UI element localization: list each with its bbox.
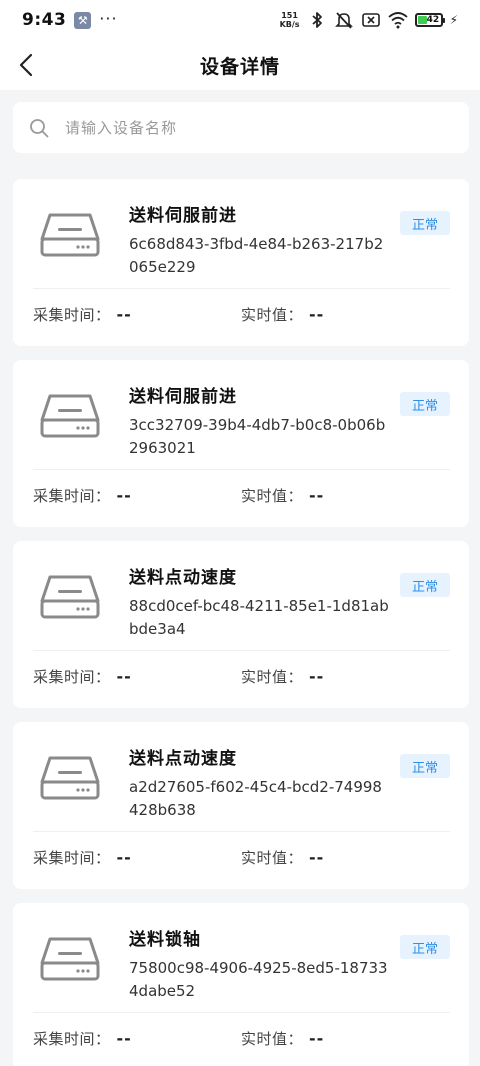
realtime-value-label: 实时值：	[241, 487, 304, 505]
more-notifications-icon: ···	[99, 8, 118, 28]
realtime-value-field: 实时值： --	[241, 666, 324, 687]
status-badge: 正常	[400, 935, 450, 959]
card-divider	[33, 831, 450, 832]
realtime-value: --	[309, 1029, 325, 1048]
status-badge: 正常	[400, 392, 450, 416]
network-speed: 151 KB/s	[280, 11, 300, 29]
clock: 9:43	[22, 10, 67, 30]
mute-icon	[334, 12, 353, 29]
status-badge: 正常	[400, 754, 450, 778]
wifi-icon	[387, 12, 408, 29]
hard-drive-icon	[40, 575, 100, 619]
device-name: 送料伺服前进	[129, 387, 237, 407]
status-bar: 9:43 ⚒ ··· 151 KB/s 42 ⚡	[0, 0, 480, 40]
realtime-value: --	[309, 667, 325, 686]
collect-time-label: 采集时间：	[33, 849, 111, 867]
battery-level: 42	[426, 15, 440, 25]
realtime-value-label: 实时值：	[241, 849, 304, 867]
hard-drive-icon	[40, 756, 100, 800]
collect-time-value: --	[116, 1029, 132, 1048]
realtime-value-label: 实时值：	[241, 306, 304, 324]
device-id: a2d27605-f602-45c4-bcd2-74998428b638	[129, 778, 382, 819]
device-name: 送料点动速度	[129, 568, 237, 588]
network-speed-unit: KB/s	[279, 20, 300, 29]
collect-time-label: 采集时间：	[33, 1030, 111, 1048]
sim-off-icon	[361, 13, 380, 27]
charging-icon: ⚡	[449, 13, 458, 27]
collect-time-value: --	[116, 667, 132, 686]
realtime-value-field: 实时值： --	[241, 847, 324, 868]
card-divider	[33, 288, 450, 289]
device-card[interactable]: 送料点动速度 88cd0cef-bc48-4211-85e1-1d81abbde…	[13, 541, 469, 708]
realtime-value-field: 实时值： --	[241, 304, 324, 325]
hard-drive-icon	[40, 937, 100, 981]
status-badge: 正常	[400, 211, 450, 235]
realtime-value: --	[309, 305, 325, 324]
chevron-left-icon	[19, 53, 33, 77]
device-card[interactable]: 送料点动速度 a2d27605-f602-45c4-bcd2-74998428b…	[13, 722, 469, 889]
collect-time-field: 采集时间： --	[33, 1028, 132, 1049]
collect-time-label: 采集时间：	[33, 668, 111, 686]
wrench-icon: ⚒	[74, 11, 92, 29]
page-title: 设备详情	[199, 55, 280, 78]
collect-time-field: 采集时间： --	[33, 666, 132, 687]
device-card[interactable]: 送料伺服前进 3cc32709-39b4-4db7-b0c8-0b06b2963…	[13, 360, 469, 527]
device-name: 送料点动速度	[129, 749, 237, 769]
hard-drive-icon	[40, 213, 100, 257]
status-bar-right: 151 KB/s 42 ⚡	[280, 11, 458, 29]
realtime-value-label: 实时值：	[241, 1030, 304, 1048]
device-card[interactable]: 送料锁轴 75800c98-4906-4925-8ed5-187334dabe5…	[13, 903, 469, 1066]
collect-time-label: 采集时间：	[33, 306, 111, 324]
realtime-value-field: 实时值： --	[241, 1028, 324, 1049]
card-divider	[33, 1012, 450, 1013]
collect-time-value: --	[116, 848, 132, 867]
device-id: 88cd0cef-bc48-4211-85e1-1d81abbde3a4	[129, 597, 389, 638]
collect-time-field: 采集时间： --	[33, 485, 132, 506]
bluetooth-icon	[311, 12, 322, 28]
battery-icon: 42	[414, 13, 445, 27]
device-id: 6c68d843-3fbd-4e84-b263-217b2065e229	[129, 235, 384, 276]
realtime-value-label: 实时值：	[241, 668, 304, 686]
collect-time-field: 采集时间： --	[33, 304, 132, 325]
realtime-value: --	[309, 486, 325, 505]
device-id: 75800c98-4906-4925-8ed5-187334dabe52	[129, 959, 388, 1000]
search-input[interactable]	[65, 118, 425, 137]
back-button[interactable]	[10, 48, 44, 82]
card-divider	[33, 650, 450, 651]
status-bar-left: 9:43 ⚒ ···	[22, 8, 118, 31]
collect-time-label: 采集时间：	[33, 487, 111, 505]
device-card[interactable]: 送料伺服前进 6c68d843-3fbd-4e84-b263-217b2065e…	[13, 179, 469, 346]
device-name: 送料伺服前进	[129, 206, 237, 226]
nav-bar: 设备详情	[0, 40, 480, 90]
realtime-value: --	[309, 848, 325, 867]
device-name: 送料锁轴	[129, 930, 201, 950]
card-divider	[33, 469, 450, 470]
collect-time-value: --	[116, 305, 132, 324]
network-speed-value: 151	[281, 11, 298, 20]
hard-drive-icon	[40, 394, 100, 438]
status-badge: 正常	[400, 573, 450, 597]
search-icon	[30, 118, 49, 137]
realtime-value-field: 实时值： --	[241, 485, 324, 506]
search-box[interactable]	[13, 102, 469, 153]
collect-time-value: --	[116, 486, 132, 505]
device-id: 3cc32709-39b4-4db7-b0c8-0b06b2963021	[129, 416, 386, 457]
collect-time-field: 采集时间： --	[33, 847, 132, 868]
